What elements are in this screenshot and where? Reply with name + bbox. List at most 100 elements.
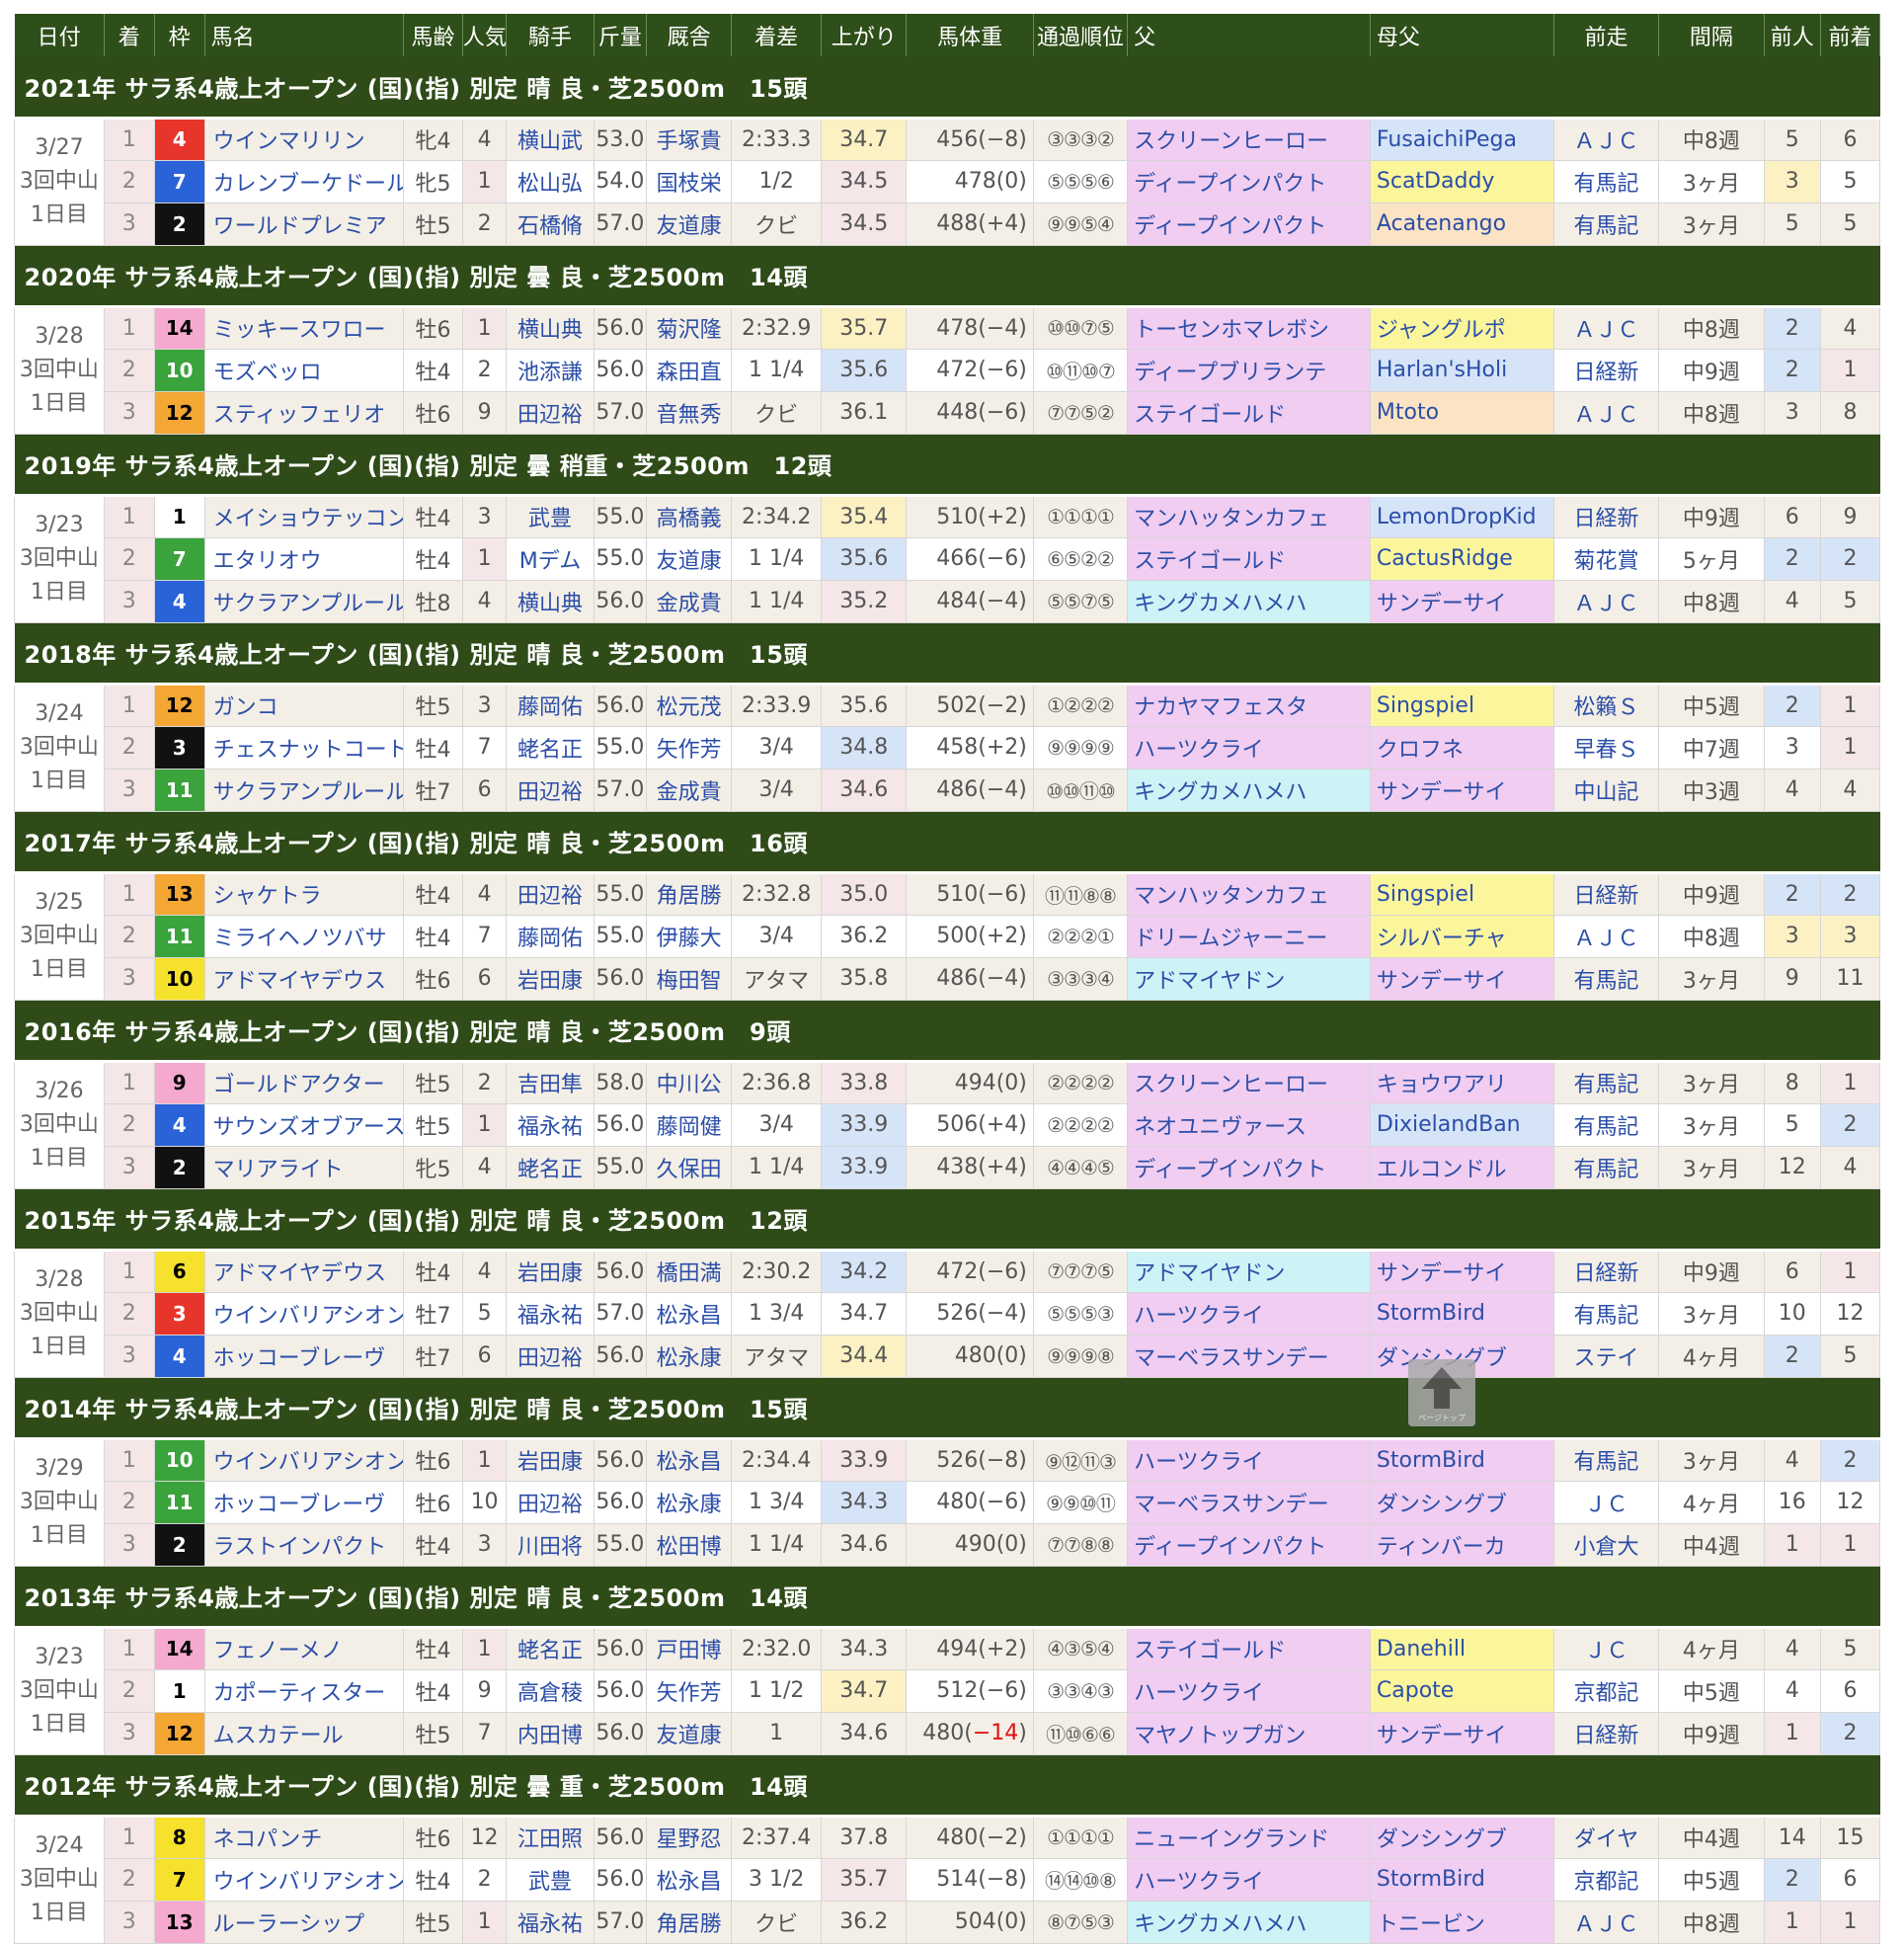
jockey-link[interactable]: 岩田康 bbox=[506, 1437, 595, 1482]
jockey-link[interactable]: 田辺裕 bbox=[506, 871, 595, 916]
prev-race-link[interactable]: 日経新 bbox=[1552, 1249, 1660, 1293]
prev-race-link[interactable]: 有馬記 bbox=[1552, 1437, 1660, 1482]
prev-race-link[interactable]: 有馬記 bbox=[1552, 1060, 1660, 1104]
sire-link[interactable]: マヤノトップガン bbox=[1127, 1711, 1371, 1755]
prev-race-link[interactable]: 松籟Ｓ bbox=[1552, 683, 1660, 727]
broodmare-sire-link[interactable]: CactusRidge bbox=[1369, 536, 1554, 581]
trainer-link[interactable]: 金成貴 bbox=[645, 768, 733, 812]
trainer-link[interactable]: 高橋義 bbox=[645, 494, 733, 538]
trainer-link[interactable]: 星野忍 bbox=[645, 1815, 733, 1859]
jockey-link[interactable]: 蛯名正 bbox=[506, 1145, 595, 1189]
broodmare-sire-link[interactable]: キョウワアリ bbox=[1369, 1060, 1554, 1104]
sire-link[interactable]: ハーツクライ bbox=[1127, 1291, 1371, 1336]
horse-name-link[interactable]: ミッキースワロー bbox=[203, 305, 405, 350]
prev-race-link[interactable]: ステイ bbox=[1552, 1334, 1660, 1378]
jockey-link[interactable]: 松山弘 bbox=[506, 159, 595, 203]
trainer-link[interactable]: 友道康 bbox=[645, 1711, 733, 1755]
jockey-link[interactable]: 武豊 bbox=[506, 1857, 595, 1902]
broodmare-sire-link[interactable]: ジャングルポ bbox=[1369, 305, 1554, 350]
broodmare-sire-link[interactable]: Capote bbox=[1369, 1668, 1554, 1713]
broodmare-sire-link[interactable]: DixielandBan bbox=[1369, 1102, 1554, 1147]
broodmare-sire-link[interactable]: サンデーサイ bbox=[1369, 768, 1554, 812]
trainer-link[interactable]: 橋田満 bbox=[645, 1249, 733, 1293]
sire-link[interactable]: ドリームジャーニー bbox=[1127, 914, 1371, 958]
horse-name-link[interactable]: メイショウテッコン bbox=[203, 494, 405, 538]
trainer-link[interactable]: 松田博 bbox=[645, 1522, 733, 1567]
trainer-link[interactable]: 松永昌 bbox=[645, 1857, 733, 1902]
trainer-link[interactable]: 矢作芳 bbox=[645, 1668, 733, 1713]
prev-race-link[interactable]: ＪＣ bbox=[1552, 1480, 1660, 1524]
horse-name-link[interactable]: ムスカテール bbox=[203, 1711, 405, 1755]
jockey-link[interactable]: 高倉稜 bbox=[506, 1668, 595, 1713]
sire-link[interactable]: ハーツクライ bbox=[1127, 1437, 1371, 1482]
prev-race-link[interactable]: ＡＪＣ bbox=[1552, 914, 1660, 958]
sire-link[interactable]: マーベラスサンデー bbox=[1127, 1480, 1371, 1524]
sire-link[interactable]: ステイゴールド bbox=[1127, 536, 1371, 581]
prev-race-link[interactable]: ＡＪＣ bbox=[1552, 117, 1660, 161]
horse-name-link[interactable]: モズベッロ bbox=[203, 348, 405, 392]
sire-link[interactable]: ネオユニヴァース bbox=[1127, 1102, 1371, 1147]
horse-name-link[interactable]: チェスナットコート bbox=[203, 725, 405, 770]
trainer-link[interactable]: 国枝栄 bbox=[645, 159, 733, 203]
sire-link[interactable]: ステイゴールド bbox=[1127, 1626, 1371, 1670]
trainer-link[interactable]: 友道康 bbox=[645, 202, 733, 246]
page-top-button[interactable]: ページトップ bbox=[1408, 1359, 1475, 1426]
trainer-link[interactable]: 友道康 bbox=[645, 536, 733, 581]
broodmare-sire-link[interactable]: Harlan'sHoli bbox=[1369, 348, 1554, 392]
sire-link[interactable]: マーベラスサンデー bbox=[1127, 1334, 1371, 1378]
broodmare-sire-link[interactable]: サンデーサイ bbox=[1369, 956, 1554, 1001]
horse-name-link[interactable]: スティッフェリオ bbox=[203, 390, 405, 435]
jockey-link[interactable]: 池添謙 bbox=[506, 348, 595, 392]
horse-name-link[interactable]: カレンブーケドール bbox=[203, 159, 405, 203]
prev-race-link[interactable]: 有馬記 bbox=[1552, 1145, 1660, 1189]
sire-link[interactable]: ステイゴールド bbox=[1127, 390, 1371, 435]
broodmare-sire-link[interactable]: トニービン bbox=[1369, 1900, 1554, 1944]
horse-name-link[interactable]: サクラアンプルール bbox=[203, 579, 405, 623]
sire-link[interactable]: ハーツクライ bbox=[1127, 725, 1371, 770]
trainer-link[interactable]: 松元茂 bbox=[645, 683, 733, 727]
prev-race-link[interactable]: 有馬記 bbox=[1552, 159, 1660, 203]
jockey-link[interactable]: 田辺裕 bbox=[506, 1334, 595, 1378]
horse-name-link[interactable]: アドマイヤデウス bbox=[203, 1249, 405, 1293]
jockey-link[interactable]: 蛯名正 bbox=[506, 1626, 595, 1670]
prev-race-link[interactable]: ＡＪＣ bbox=[1552, 390, 1660, 435]
trainer-link[interactable]: 松永昌 bbox=[645, 1291, 733, 1336]
sire-link[interactable]: キングカメハメハ bbox=[1127, 1900, 1371, 1944]
horse-name-link[interactable]: サウンズオブアース bbox=[203, 1102, 405, 1147]
broodmare-sire-link[interactable]: Singspiel bbox=[1369, 683, 1554, 727]
horse-name-link[interactable]: カポーティスター bbox=[203, 1668, 405, 1713]
prev-race-link[interactable]: 中山記 bbox=[1552, 768, 1660, 812]
sire-link[interactable]: キングカメハメハ bbox=[1127, 579, 1371, 623]
jockey-link[interactable]: 石橋脩 bbox=[506, 202, 595, 246]
prev-race-link[interactable]: 有馬記 bbox=[1552, 1291, 1660, 1336]
jockey-link[interactable]: 田辺裕 bbox=[506, 768, 595, 812]
broodmare-sire-link[interactable]: サンデーサイ bbox=[1369, 1711, 1554, 1755]
prev-race-link[interactable]: ＡＪＣ bbox=[1552, 1900, 1660, 1944]
jockey-link[interactable]: 福永祐 bbox=[506, 1900, 595, 1944]
prev-race-link[interactable]: 日経新 bbox=[1552, 494, 1660, 538]
broodmare-sire-link[interactable]: StormBird bbox=[1369, 1437, 1554, 1482]
prev-race-link[interactable]: 早春Ｓ bbox=[1552, 725, 1660, 770]
broodmare-sire-link[interactable]: ダンシングブ bbox=[1369, 1480, 1554, 1524]
sire-link[interactable]: ハーツクライ bbox=[1127, 1668, 1371, 1713]
jockey-link[interactable]: 武豊 bbox=[506, 494, 595, 538]
sire-link[interactable]: ニューイングランド bbox=[1127, 1815, 1371, 1859]
sire-link[interactable]: ディープインパクト bbox=[1127, 1145, 1371, 1189]
horse-name-link[interactable]: サクラアンプルール bbox=[203, 768, 405, 812]
sire-link[interactable]: マンハッタンカフェ bbox=[1127, 494, 1371, 538]
horse-name-link[interactable]: フェノーメノ bbox=[203, 1626, 405, 1670]
horse-name-link[interactable]: ラストインパクト bbox=[203, 1522, 405, 1567]
prev-race-link[interactable]: ＡＪＣ bbox=[1552, 579, 1660, 623]
sire-link[interactable]: ハーツクライ bbox=[1127, 1857, 1371, 1902]
sire-link[interactable]: ディープインパクト bbox=[1127, 1522, 1371, 1567]
horse-name-link[interactable]: ホッコーブレーヴ bbox=[203, 1334, 405, 1378]
trainer-link[interactable]: 矢作芳 bbox=[645, 725, 733, 770]
trainer-link[interactable]: 藤岡健 bbox=[645, 1102, 733, 1147]
broodmare-sire-link[interactable]: Acatenango bbox=[1369, 202, 1554, 246]
sire-link[interactable]: アドマイヤドン bbox=[1127, 1249, 1371, 1293]
trainer-link[interactable]: 角居勝 bbox=[645, 871, 733, 916]
jockey-link[interactable]: 横山典 bbox=[506, 579, 595, 623]
jockey-link[interactable]: 吉田隼 bbox=[506, 1060, 595, 1104]
jockey-link[interactable]: 川田将 bbox=[506, 1522, 595, 1567]
prev-race-link[interactable]: 日経新 bbox=[1552, 1711, 1660, 1755]
